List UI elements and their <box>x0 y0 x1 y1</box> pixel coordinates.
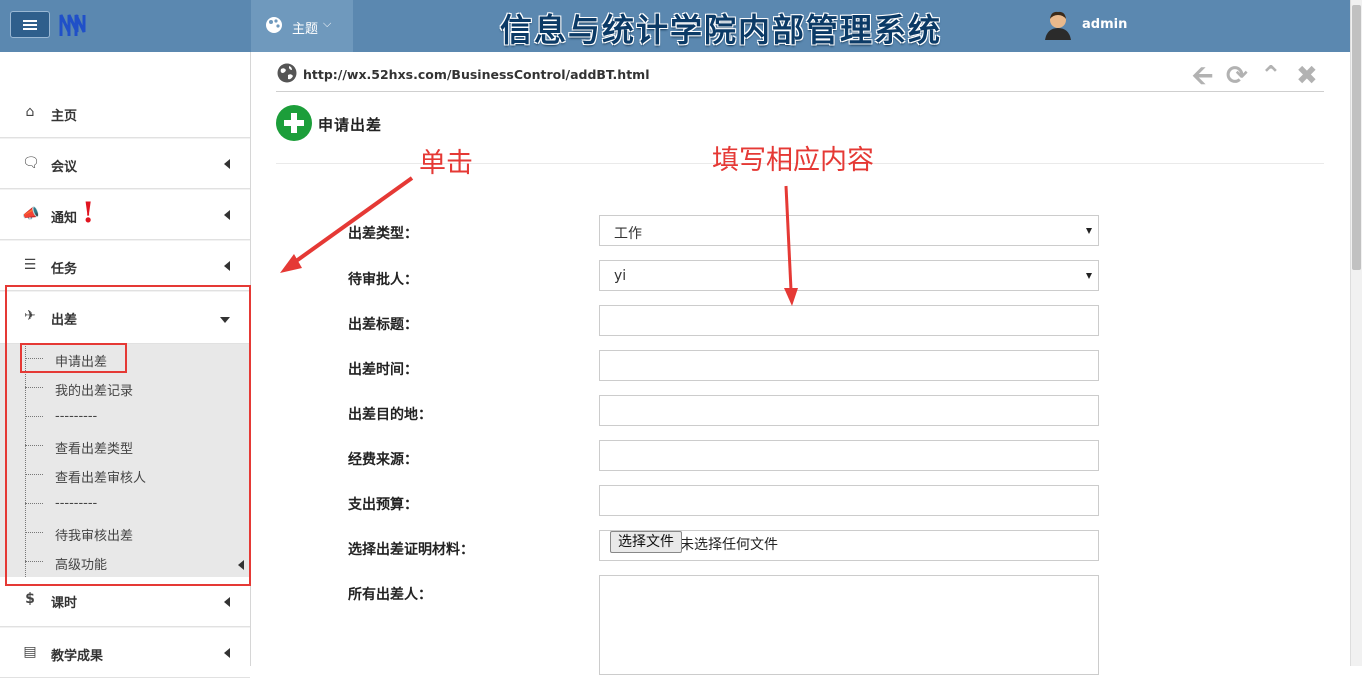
caret-left-icon <box>224 159 230 169</box>
destination-input[interactable] <box>599 395 1099 426</box>
avatar[interactable] <box>1044 10 1072 40</box>
annotation-box-apply <box>20 343 127 373</box>
approver-select[interactable]: yi <box>599 260 1099 291</box>
field-label: 选择出差证明材料： <box>348 542 474 558</box>
file-status: 未选择任何文件 <box>680 537 778 553</box>
notice-badge: ! <box>82 196 95 229</box>
chevron-down-icon: ⌵ <box>323 17 332 30</box>
chat-icon: 🗨 <box>22 155 40 171</box>
sidebar-item-label: 主页 <box>51 109 78 124</box>
field-label: 待审批人： <box>348 272 418 288</box>
travelers-textarea[interactable] <box>599 575 1099 675</box>
sidebar-item-label: 任务 <box>51 262 78 277</box>
sidebar-item-teaching-results[interactable]: ▤ 教学成果 <box>0 628 250 678</box>
annotation-click: 单击 <box>419 148 473 179</box>
home-icon: ⌂ <box>25 104 35 120</box>
select-caret-icon <box>1086 228 1092 234</box>
trip-title-input[interactable] <box>599 305 1099 336</box>
caret-left-icon <box>224 210 230 220</box>
chevron-up-icon[interactable]: ⌃ <box>1260 62 1282 90</box>
caret-left-icon <box>224 597 230 607</box>
dollar-icon: $ <box>25 591 35 607</box>
hamburger-icon[interactable] <box>10 11 50 38</box>
annotation-box-trip-menu <box>5 285 251 586</box>
caret-left-icon <box>224 261 230 271</box>
system-title: 信息与统计学院内部管理系统 <box>500 11 943 49</box>
field-label: 出差目的地： <box>348 407 432 423</box>
caret-left-icon <box>224 648 230 658</box>
select-caret-icon <box>1086 273 1092 279</box>
page-title: 申请出差 <box>318 116 383 134</box>
page-url: http://wx.52hxs.com/BusinessControl/addB… <box>303 67 650 82</box>
sidebar-item-label: 通知 <box>51 211 78 226</box>
sidebar-item-notice[interactable]: 📣 通知 ! <box>0 190 250 240</box>
sidebar-item-label: 课时 <box>51 596 78 611</box>
close-icon[interactable]: ✖ <box>1296 62 1318 90</box>
globe-icon <box>277 63 297 83</box>
field-label: 支出预算： <box>348 497 418 513</box>
theme-label: 主题 <box>292 22 319 37</box>
field-label: 所有出差人： <box>348 587 432 603</box>
divider <box>276 91 1324 92</box>
add-icon <box>276 105 312 141</box>
sidebar-item-label: 教学成果 <box>51 649 104 664</box>
megaphone-icon: 📣 <box>22 206 40 222</box>
proof-file-input: 未选择任何文件 选择文件 <box>599 530 1099 561</box>
palette-icon <box>266 17 282 33</box>
username[interactable]: admin <box>1082 17 1127 32</box>
field-label: 出差类型： <box>348 226 418 242</box>
funding-source-input[interactable] <box>599 440 1099 471</box>
arrow-left-icon[interactable]: 🡨 <box>1192 62 1213 90</box>
bar-chart-icon: ▤ <box>23 644 37 660</box>
sidebar-item-meeting[interactable]: 🗨 会议 <box>0 139 250 189</box>
trip-type-select[interactable]: 工作 <box>599 215 1099 246</box>
trip-time-input[interactable] <box>599 350 1099 381</box>
refresh-icon[interactable]: ⟳ <box>1226 62 1248 90</box>
sidebar-item-label: 会议 <box>51 160 78 175</box>
budget-input[interactable] <box>599 485 1099 516</box>
page-toolbar: 🡨 ⟳ ⌃ ✖ <box>1192 62 1322 90</box>
sidebar-item-tasks[interactable]: ☰ 任务 <box>0 241 250 291</box>
choose-file-button[interactable]: 选择文件 <box>610 531 682 553</box>
sidebar-shortcuts <box>0 52 250 89</box>
field-label: 出差标题： <box>348 317 418 333</box>
annotation-fill: 填写相应内容 <box>712 145 874 176</box>
top-navbar: 主题 ⌵ 信息与统计学院内部管理系统 admin <box>0 0 1350 52</box>
scrollbar-thumb[interactable] <box>1352 5 1361 270</box>
theme-menu[interactable]: 主题 ⌵ <box>251 0 353 52</box>
field-label: 出差时间： <box>348 362 418 378</box>
tasks-icon: ☰ <box>23 257 37 273</box>
nn-logo-icon[interactable] <box>58 10 92 40</box>
sidebar-item-home[interactable]: ⌂ 主页 <box>0 88 250 138</box>
field-label: 经费来源： <box>348 452 418 468</box>
